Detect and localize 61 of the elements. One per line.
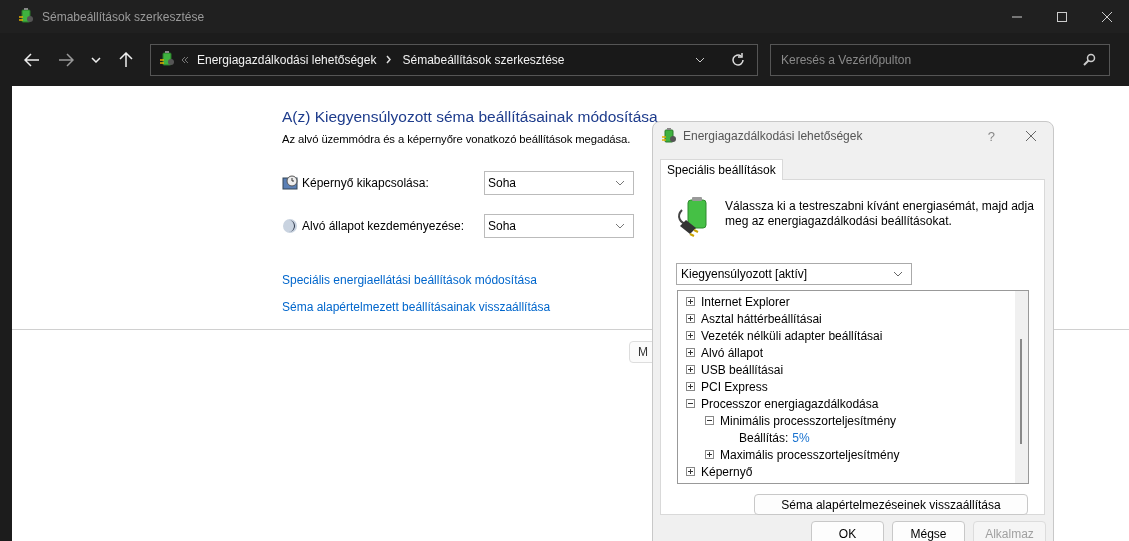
collapse-icon[interactable] [705,416,714,425]
tree-item[interactable]: Processzor energiagazdálkodása [701,396,879,411]
expand-icon[interactable] [686,331,695,340]
page-heading: A(z) Kiegyensúlyozott séma beállításainak módosítása [282,108,659,126]
tree-item[interactable]: PCI Express [701,379,768,394]
setting-label: Beállítás: [739,430,789,445]
setting-label: Képernyő kikapcsolása: [302,176,430,190]
plan-dropdown[interactable]: Kiegyensúlyozott [aktív] [676,263,912,285]
expand-icon[interactable] [686,348,695,357]
tree-item[interactable]: Minimális processzorteljesítmény [720,413,897,428]
tab[interactable]: Speciális beállítások [660,159,783,180]
battery-plug-icon [661,126,677,143]
search-icon [1082,52,1096,67]
battery-plug-icon [159,50,175,66]
dropdown[interactable]: Soha [484,171,634,195]
scrollbar[interactable] [1015,291,1028,483]
tree-item[interactable]: Alvó állapot [701,345,764,360]
expand-icon[interactable] [686,467,695,476]
monitor-clock-icon [282,175,298,191]
page-description: Az alvó üzemmódra és a képernyőre vonatkozó beállítások megadása. [282,133,631,145]
setting-label: Alvó állapot kezdeményezése: [302,219,466,233]
tree-item[interactable]: Vezeték nélküli adapter beállításai [701,328,883,343]
forward-arrow-icon [58,52,74,67]
up-arrow-icon [119,51,133,68]
dropdown-icon [615,180,625,186]
expand-icon[interactable] [686,365,695,374]
dialog-button[interactable]: OK [811,521,884,541]
tree-item[interactable]: Képernyő [701,464,753,479]
close-icon [1101,10,1113,23]
tree-item[interactable]: Asztal háttérbeállításai [701,311,822,326]
chevron-icon [181,55,189,64]
close-icon [1025,130,1037,142]
breadcrumb[interactable]: Energiagazdálkodási lehetőségek [197,52,377,67]
expand-icon[interactable] [686,297,695,306]
window-title: Sémabeállítások szerkesztése [42,9,205,24]
maximize-icon [1056,10,1068,23]
tree-item[interactable]: USB beállításai [701,362,784,377]
refresh-icon[interactable] [731,52,745,67]
instruction-text: Válassza ki a testreszabni kívánt energiasémát, majd adja meg az energiagazdálkodási beállításokat. [725,198,1035,229]
dropdown-icon [893,271,903,277]
battery-plug-icon [18,7,34,23]
restore-defaults-button[interactable]: Séma alapértelmezéseinek visszaállítása [754,494,1028,515]
breadcrumb[interactable]: Sémabeállítások szerkesztése [402,52,565,67]
dialog-title: Energiagazdálkodási lehetőségek [683,129,863,143]
setting-value[interactable]: 5% [792,430,810,445]
expand-icon[interactable] [686,314,695,323]
search-field[interactable]: Keresés a Vezérlőpulton [770,43,1110,76]
chevron-icon [386,55,393,64]
dialog-button[interactable]: Mégse [892,521,965,541]
back-arrow-icon [24,52,40,67]
collapse-icon[interactable] [686,399,695,408]
dropdown-icon [615,223,625,229]
expand-icon[interactable] [686,382,695,391]
moon-icon [282,218,298,234]
tree-item[interactable]: Maximális processzorteljesítmény [720,447,900,462]
dropdown[interactable]: Soha [484,214,634,238]
chevron-down-icon [91,56,101,63]
dropdown-icon[interactable] [695,56,705,63]
expand-icon[interactable] [705,450,714,459]
address-bar[interactable]: Energiagazdálkodási lehetőségek Sémabeállítások szerkesztése [150,43,758,76]
tree-item[interactable]: Internet Explorer [701,294,790,309]
